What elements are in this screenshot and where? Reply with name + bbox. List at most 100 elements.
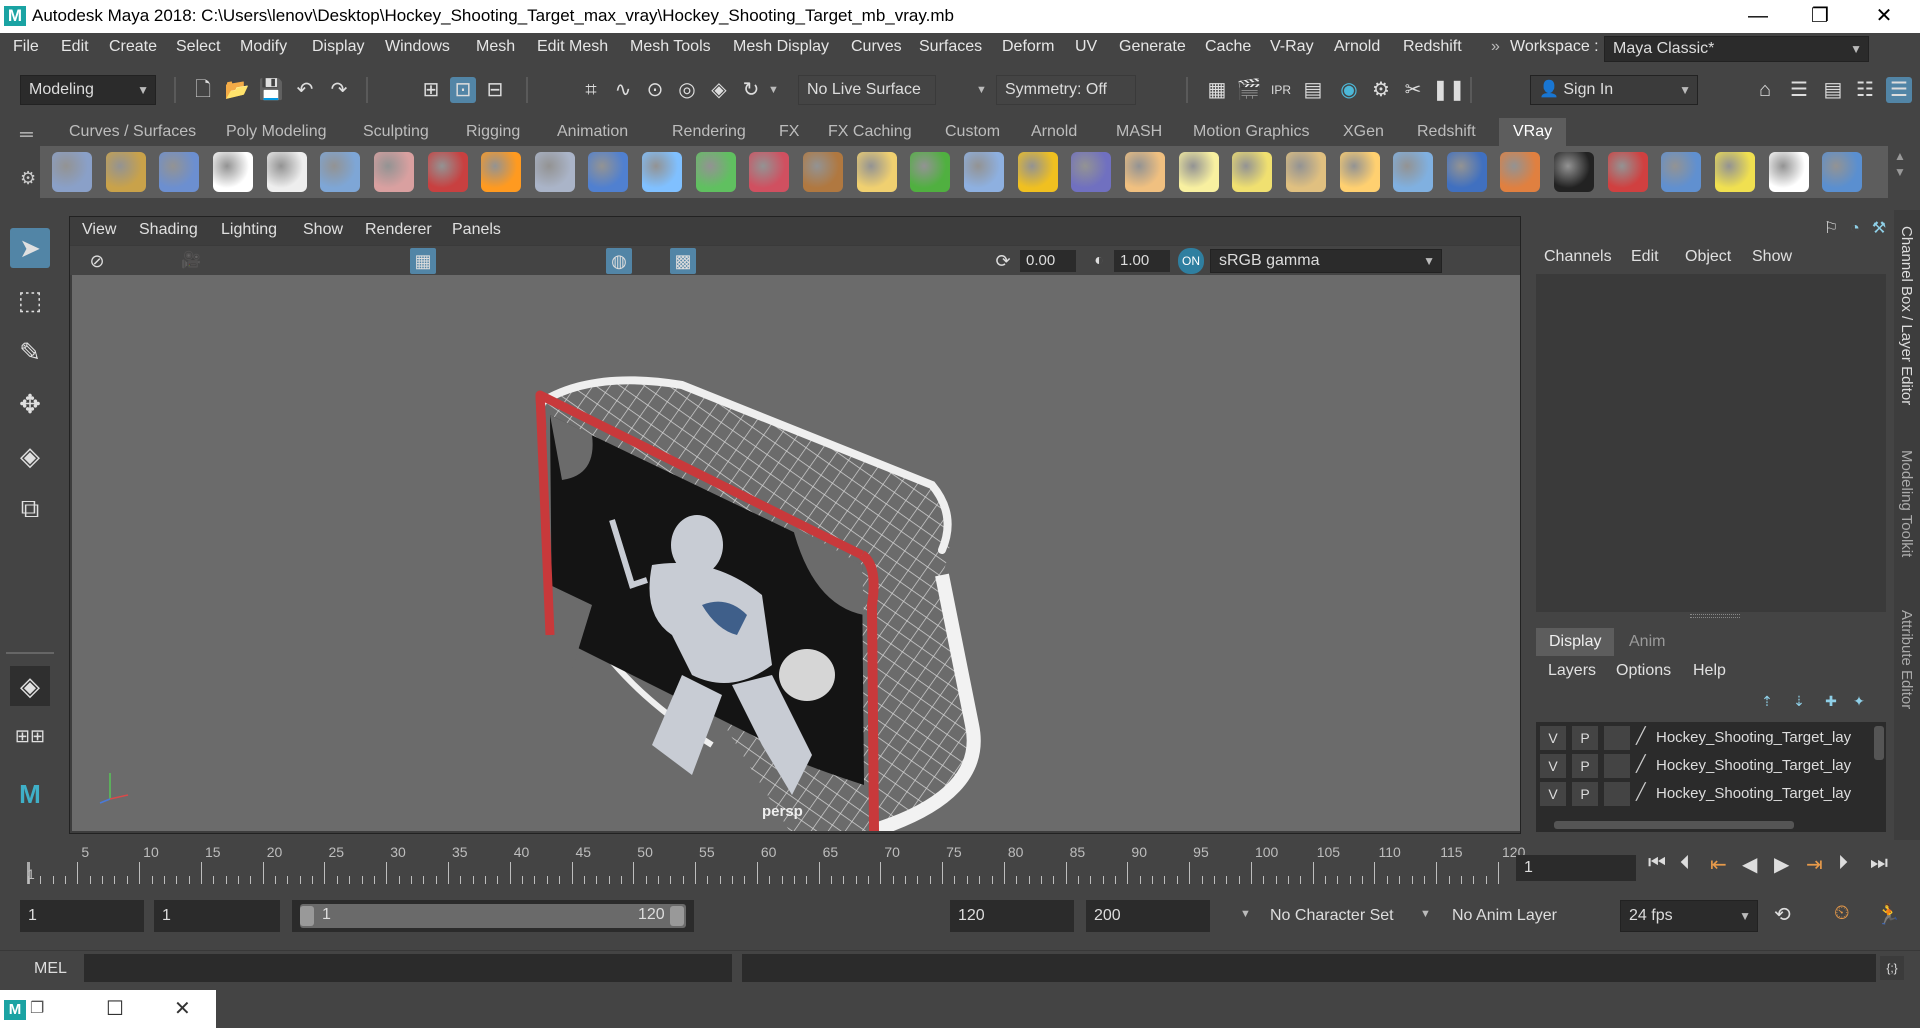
viewport-menu-shading[interactable]: Shading xyxy=(139,221,198,239)
viewport-menu-lighting[interactable]: Lighting xyxy=(221,221,277,239)
layer-visibility-toggle[interactable]: V xyxy=(1540,726,1566,750)
tab-display[interactable]: Display xyxy=(1536,628,1615,656)
select-tool-icon[interactable]: ➤ xyxy=(10,228,50,268)
render-settings-icon[interactable]: ▤ xyxy=(1300,77,1326,103)
channel-menu-show[interactable]: Show xyxy=(1752,248,1792,266)
render-current-icon[interactable]: 🎬 xyxy=(1236,77,1262,103)
play-forwards-icon[interactable]: ▶ xyxy=(1774,852,1789,877)
shelf-tool-icon[interactable] xyxy=(1017,152,1058,192)
open-scene-icon[interactable]: 📂 xyxy=(224,77,250,103)
shelf-tool-icon[interactable] xyxy=(910,152,951,192)
snap-vertex-icon[interactable]: ↻ xyxy=(738,77,764,103)
command-language-label[interactable]: MEL xyxy=(34,960,67,978)
range-slider[interactable]: 1 120 xyxy=(292,900,694,932)
viewport-menu-renderer[interactable]: Renderer xyxy=(365,221,432,239)
menu-redshift[interactable]: Redshift xyxy=(1403,38,1462,56)
shelf-tool-icon[interactable] xyxy=(105,152,146,192)
select-object-icon[interactable]: ⊡ xyxy=(450,77,476,103)
menu-display[interactable]: Display xyxy=(312,38,364,56)
shelf-tool-icon[interactable] xyxy=(52,152,92,192)
save-scene-icon[interactable]: 💾 xyxy=(258,77,284,103)
channel-box-area[interactable] xyxy=(1536,274,1886,612)
tab-animation[interactable]: Animation xyxy=(543,118,642,146)
range-slider-handle[interactable] xyxy=(300,904,686,928)
tab-xgen[interactable]: XGen xyxy=(1329,118,1398,146)
shelf-tool-icon[interactable] xyxy=(373,152,414,192)
shelf-tool-icon[interactable] xyxy=(481,152,522,192)
paint-select-tool-icon[interactable]: ✎ xyxy=(10,332,50,372)
menu-set-select[interactable]: Modeling ▼ xyxy=(20,75,156,105)
layer-display-type[interactable] xyxy=(1604,726,1630,750)
shelf-tool-icon[interactable] xyxy=(427,152,468,192)
camera-attributes-icon[interactable]: 🎥 xyxy=(178,248,204,274)
tab-custom[interactable]: Custom xyxy=(931,118,1014,146)
shelf-tool-icon[interactable] xyxy=(695,152,736,192)
layer-row[interactable]: V P ╱ Hockey_Shooting_Target_lay xyxy=(1536,780,1876,808)
layer-color-icon[interactable]: ╱ xyxy=(1636,782,1646,802)
layer-list-scrollbar[interactable] xyxy=(1874,726,1884,760)
channel-box-icon[interactable]: ☰ xyxy=(1886,77,1912,103)
tab-attribute-editor[interactable]: Attribute Editor xyxy=(1898,610,1915,709)
shelf-tool-icon[interactable] xyxy=(1178,152,1219,192)
move-tool-icon[interactable]: ✥ xyxy=(10,384,50,424)
grid-toggle-icon[interactable]: ▦ xyxy=(410,248,436,274)
layer-menu-help[interactable]: Help xyxy=(1693,662,1726,680)
colorspace-select[interactable]: sRGB gamma ▼ xyxy=(1210,249,1442,273)
menu-mesh-display[interactable]: Mesh Display xyxy=(733,38,829,56)
tab-sculpting[interactable]: Sculpting xyxy=(349,118,443,146)
menu-curves[interactable]: Curves xyxy=(851,38,902,56)
layer-row[interactable]: V P ╱ Hockey_Shooting_Target_lay xyxy=(1536,724,1876,752)
layer-name[interactable]: Hockey_Shooting_Target_lay xyxy=(1656,757,1858,774)
menu-surfaces[interactable]: Surfaces xyxy=(919,38,982,56)
script-editor-icon[interactable]: {;} xyxy=(1880,956,1904,980)
shelf-tool-icon[interactable] xyxy=(803,152,844,192)
lasso-tool-icon[interactable]: ⬚ xyxy=(10,280,50,320)
exposure-field[interactable]: 0.00 xyxy=(1020,250,1076,272)
layer-menu-layers[interactable]: Layers xyxy=(1548,662,1596,680)
maya-m-icon[interactable]: M xyxy=(10,774,50,814)
tab-poly-modeling[interactable]: Poly Modeling xyxy=(212,118,341,146)
menu-generate[interactable]: Generate xyxy=(1119,38,1186,56)
tab-arnold[interactable]: Arnold xyxy=(1017,118,1091,146)
layer-display-type[interactable] xyxy=(1604,782,1630,806)
sign-in-button[interactable]: 👤 Sign In ▼ xyxy=(1530,75,1698,105)
layer-menu-options[interactable]: Options xyxy=(1616,662,1671,680)
textured-icon[interactable]: ▩ xyxy=(670,248,696,274)
layer-name[interactable]: Hockey_Shooting_Target_lay xyxy=(1656,729,1858,746)
menu-vray[interactable]: V-Ray xyxy=(1270,38,1314,56)
shelf-tool-icon[interactable] xyxy=(1661,152,1702,192)
channel-menu-object[interactable]: Object xyxy=(1685,248,1731,266)
tool-settings-icon[interactable]: ▤ xyxy=(1820,77,1846,103)
shelf-tool-icon[interactable] xyxy=(1715,152,1756,192)
menu-arnold[interactable]: Arnold xyxy=(1334,38,1380,56)
shelf-tool-icon[interactable] xyxy=(1607,152,1648,192)
snap-view-plane-icon[interactable]: ◎ xyxy=(674,77,700,103)
command-input[interactable] xyxy=(84,954,732,982)
anim-layer-field[interactable]: No Anim Layer xyxy=(1444,900,1584,932)
layer-hscroll-thumb[interactable] xyxy=(1554,821,1794,829)
undo-icon[interactable]: ↶ xyxy=(292,77,318,103)
menu-mesh-tools[interactable]: Mesh Tools xyxy=(630,38,711,56)
shelf-tool-icon[interactable] xyxy=(1500,152,1541,192)
shelf-tool-icon[interactable] xyxy=(1285,152,1326,192)
layer-color-icon[interactable]: ╱ xyxy=(1636,754,1646,774)
select-hierarchy-icon[interactable]: ⊞ xyxy=(418,77,444,103)
play-backwards-icon[interactable]: ◀ xyxy=(1742,852,1757,877)
go-to-end-icon[interactable]: ⏭ xyxy=(1870,852,1888,875)
layer-visibility-toggle[interactable]: V xyxy=(1540,782,1566,806)
close-button[interactable]: ✕ xyxy=(1856,0,1912,33)
menu-deform[interactable]: Deform xyxy=(1002,38,1054,56)
shelf-tool-icon[interactable] xyxy=(320,152,361,192)
minimize-button[interactable]: — xyxy=(1730,0,1786,33)
layer-playback-toggle[interactable]: P xyxy=(1572,726,1598,750)
gamma-icon[interactable]: ◐ xyxy=(1086,248,1112,274)
tab-rendering[interactable]: Rendering xyxy=(658,118,760,146)
step-forward-frame-icon[interactable]: ⇥ xyxy=(1806,852,1823,877)
range-end-grip[interactable] xyxy=(670,906,684,926)
menu-create[interactable]: Create xyxy=(109,38,157,56)
close-icon[interactable]: ✕ xyxy=(174,996,191,1021)
shelf-tool-icon[interactable] xyxy=(588,152,629,192)
shelf-tool-icon[interactable] xyxy=(1822,152,1863,192)
outliner-icon[interactable]: ☷ xyxy=(1852,77,1878,103)
smooth-shade-icon[interactable]: ◍ xyxy=(606,248,632,274)
